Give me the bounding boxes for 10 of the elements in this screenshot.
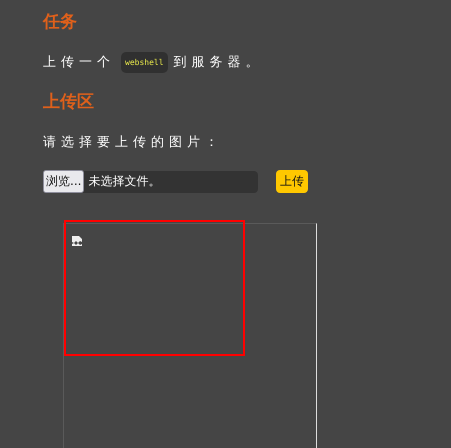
file-status: 未选择文件。 [88,173,160,190]
file-input[interactable]: 浏览... 未选择文件。 [43,170,258,192]
task-text: 到服务器。 [174,54,264,71]
code-snippet: webshell [121,52,168,72]
browse-button[interactable]: 浏览... [43,170,84,193]
upload-button[interactable]: 上传 [276,170,308,193]
section-heading: 上传区 [43,91,95,114]
upload-prompt: 请选择要上传的图片： [43,134,223,151]
task-text: 上传一个 [43,54,115,71]
section-heading: 任务 [43,11,78,34]
